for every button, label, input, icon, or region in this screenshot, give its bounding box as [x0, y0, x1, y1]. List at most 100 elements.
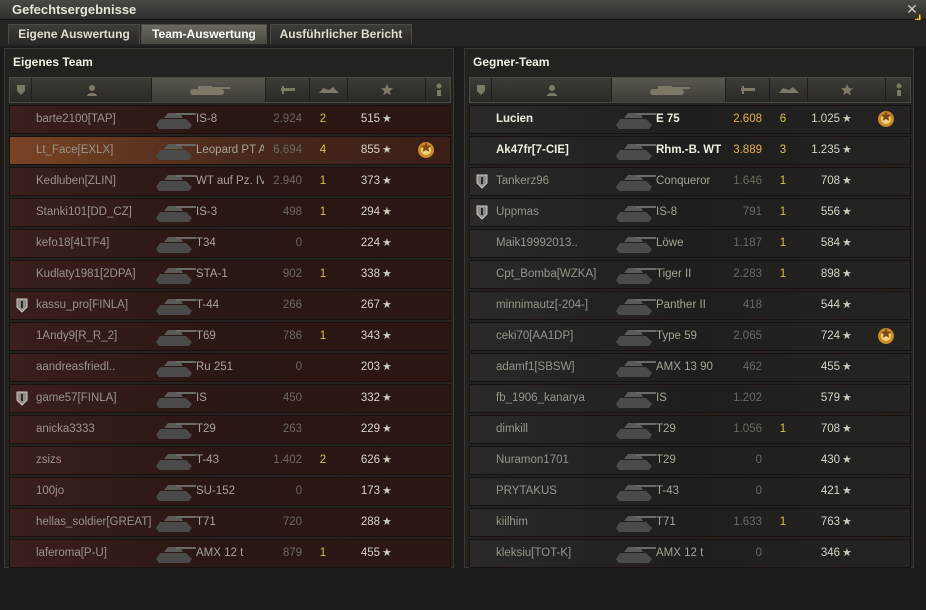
- table-row[interactable]: minnimautz[-204-] Panther II 418 544 ★: [469, 291, 911, 320]
- tank-icon: [152, 510, 196, 535]
- player-name[interactable]: kleksiu[TOT-K]: [496, 540, 612, 567]
- tank-icon: [612, 355, 656, 380]
- enemy-team-header: [469, 77, 912, 103]
- player-name[interactable]: fb_1906_kanarya: [496, 385, 612, 412]
- player-name[interactable]: Kedluben[ZLIN]: [36, 168, 152, 195]
- table-row[interactable]: kleksiu[TOT-K] AMX 12 t 0 346 ★: [469, 539, 911, 568]
- table-row[interactable]: ceki70[AA1DP] Type 59 2.065 724 ★: [469, 322, 911, 351]
- table-row[interactable]: PRYTAKUS T-43 0 421 ★: [469, 477, 911, 506]
- table-row[interactable]: Cpt_Bomba[WZKA] Tiger II 2.283 1 898 ★: [469, 260, 911, 289]
- table-row[interactable]: kiilhim T71 1.633 1 763 ★: [469, 508, 911, 537]
- player-name[interactable]: aandreasfriedl..: [36, 354, 152, 381]
- player-name[interactable]: Tankerz96: [496, 168, 612, 195]
- table-row[interactable]: Ak47fr[7-CIE] Rhm.-B. WT 3.889 3 1.235 ★: [469, 136, 911, 165]
- tab-team-auswertung[interactable]: Team-Auswertung: [141, 24, 267, 44]
- player-name[interactable]: hellas_soldier[GREAT]: [36, 509, 152, 536]
- column-header-kills[interactable]: [310, 78, 348, 102]
- player-name[interactable]: Uppmas: [496, 199, 612, 226]
- tank-name: IS-3: [196, 206, 218, 218]
- player-name[interactable]: Nuramon1701: [496, 447, 612, 474]
- player-name[interactable]: kassu_pro[FINLA]: [36, 292, 152, 319]
- table-row[interactable]: kassu_pro[FINLA] T-44 266 267 ★: [9, 291, 451, 320]
- table-row[interactable]: Lucien E 75 2.608 6 1.025 ★: [469, 105, 911, 134]
- medal-icon[interactable]: [876, 109, 896, 129]
- damage-value: 0: [295, 485, 302, 497]
- player-name[interactable]: 100jo: [36, 478, 152, 505]
- table-row[interactable]: dimkill T29 1.056 1 708 ★: [469, 415, 911, 444]
- table-row[interactable]: zsizs T-43 1.402 2 626 ★: [9, 446, 451, 475]
- table-row[interactable]: Nuramon1701 T29 0 430 ★: [469, 446, 911, 475]
- kills-value: [776, 292, 790, 319]
- column-header-medal[interactable]: [426, 78, 452, 102]
- column-header-damage[interactable]: [726, 78, 770, 102]
- player-name[interactable]: minnimautz[-204-]: [496, 292, 612, 319]
- table-row[interactable]: Kedluben[ZLIN] WT auf Pz. IV 2.940 1 373 ★: [9, 167, 451, 196]
- column-header-kills[interactable]: [770, 78, 808, 102]
- medal-icon[interactable]: [876, 326, 896, 346]
- player-name[interactable]: anicka3333: [36, 416, 152, 443]
- table-row[interactable]: laferoma[P-U] AMX 12 t 879 1 455 ★: [9, 539, 451, 568]
- column-header-medal[interactable]: [886, 78, 912, 102]
- tank-name: T29: [196, 423, 216, 435]
- table-row[interactable]: hellas_soldier[GREAT] T71 720 288 ★: [9, 508, 451, 537]
- table-row[interactable]: Kudlaty1981[2DPA] STA-1 902 1 338 ★: [9, 260, 451, 289]
- player-name[interactable]: adamf1[SBSW]: [496, 354, 612, 381]
- player-name[interactable]: zsizs: [36, 447, 152, 474]
- player-name[interactable]: dimkill: [496, 416, 612, 443]
- player-name[interactable]: Lt_Face[EXLX]: [36, 137, 152, 164]
- damage-value: 418: [742, 299, 762, 311]
- medal-icon[interactable]: [416, 140, 436, 160]
- tank-icon: [152, 541, 196, 566]
- tab-eigene-auswertung[interactable]: Eigene Auswertung: [8, 24, 140, 44]
- column-header-damage[interactable]: [266, 78, 310, 102]
- table-row[interactable]: Uppmas IS-8 791 1 556 ★: [469, 198, 911, 227]
- column-header-tank[interactable]: [152, 78, 266, 102]
- xp-number: 855: [360, 144, 380, 156]
- xp-star-icon: ★: [382, 237, 392, 249]
- tank-name: T-44: [196, 299, 220, 311]
- column-header-player[interactable]: [492, 78, 612, 102]
- table-row[interactable]: aandreasfriedl.. Ru 251 0 203 ★: [9, 353, 451, 382]
- table-row[interactable]: Lt_Face[EXLX] Leopard PT A 6.694 4 855 ★: [9, 136, 451, 165]
- player-name[interactable]: Stanki101[DD_CZ]: [36, 199, 152, 226]
- player-name[interactable]: ceki70[AA1DP]: [496, 323, 612, 350]
- player-name[interactable]: Lucien: [496, 106, 612, 133]
- player-name[interactable]: game57[FINLA]: [36, 385, 152, 412]
- tab-ausfuehrlicher-bericht[interactable]: Ausführlicher Bericht: [270, 24, 412, 44]
- xp-number: 1.025: [811, 113, 840, 125]
- player-name[interactable]: Ak47fr[7-CIE]: [496, 137, 612, 164]
- xp-star-icon: ★: [842, 392, 852, 404]
- column-header-player[interactable]: [32, 78, 152, 102]
- player-name[interactable]: Maik19992013..: [496, 230, 612, 257]
- column-header-squad[interactable]: [10, 78, 32, 102]
- xp-number: 343: [360, 330, 380, 342]
- player-name[interactable]: Cpt_Bomba[WZKA]: [496, 261, 612, 288]
- table-row[interactable]: kefo18[4LTF4] T34 0 224 ★: [9, 229, 451, 258]
- xp-star-icon: ★: [842, 330, 852, 342]
- table-row[interactable]: Maik19992013.. Löwe 1.187 1 584 ★: [469, 229, 911, 258]
- table-row[interactable]: fb_1906_kanarya IS 1.202 579 ★: [469, 384, 911, 413]
- damage-value: 0: [295, 237, 302, 249]
- table-row[interactable]: Tankerz96 Conqueror 1.646 1 708 ★: [469, 167, 911, 196]
- player-name[interactable]: 1Andy9[R_R_2]: [36, 323, 152, 350]
- column-header-xp-star[interactable]: [808, 78, 886, 102]
- table-row[interactable]: Stanki101[DD_CZ] IS-3 498 1 294 ★: [9, 198, 451, 227]
- tank-icon: [612, 231, 656, 256]
- tank-name: SU-152: [196, 485, 235, 497]
- player-name[interactable]: kefo18[4LTF4]: [36, 230, 152, 257]
- table-row[interactable]: barte2100[TAP] IS-8 2.924 2 515 ★: [9, 105, 451, 134]
- player-name[interactable]: kiilhim: [496, 509, 612, 536]
- damage-value: 2.065: [733, 330, 762, 342]
- table-row[interactable]: 100jo SU-152 0 173 ★: [9, 477, 451, 506]
- player-name[interactable]: PRYTAKUS: [496, 478, 612, 505]
- column-header-squad[interactable]: [470, 78, 492, 102]
- table-row[interactable]: adamf1[SBSW] AMX 13 90 462 455 ★: [469, 353, 911, 382]
- player-name[interactable]: barte2100[TAP]: [36, 106, 152, 133]
- player-name[interactable]: Kudlaty1981[2DPA]: [36, 261, 152, 288]
- player-name[interactable]: laferoma[P-U]: [36, 540, 152, 567]
- table-row[interactable]: 1Andy9[R_R_2] T69 786 1 343 ★: [9, 322, 451, 351]
- table-row[interactable]: anicka3333 T29 263 229 ★: [9, 415, 451, 444]
- column-header-tank[interactable]: [612, 78, 726, 102]
- column-header-xp-star[interactable]: [348, 78, 426, 102]
- table-row[interactable]: game57[FINLA] IS 450 332 ★: [9, 384, 451, 413]
